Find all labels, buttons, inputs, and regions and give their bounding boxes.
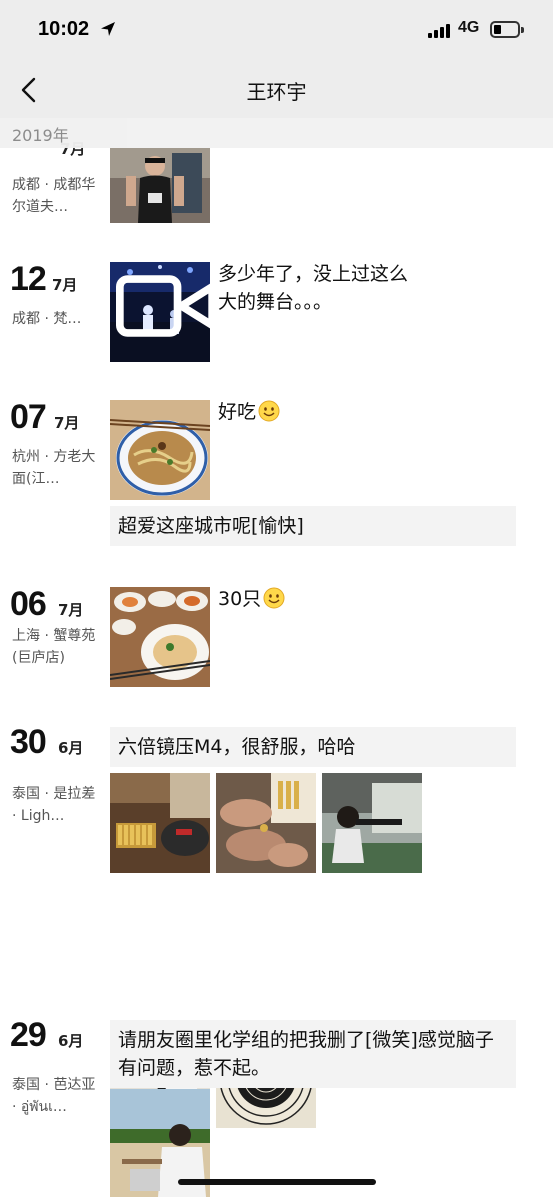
year-header: 2019年 (0, 118, 553, 148)
status-bar: 10:02 4G (0, 0, 553, 62)
text-post[interactable]: 请朋友圈里化学组的把我删了[微笑]感觉脑子有问题，惹不起。 (110, 1020, 516, 1088)
photo-thumbnail[interactable] (322, 773, 422, 873)
video-thumbnail[interactable] (110, 262, 210, 362)
location-text: 成都 · 梵… (12, 311, 82, 327)
location-text: 泰国 · 芭达亚 · อู่พันเ… (12, 1077, 96, 1115)
post-caption: 30只 (218, 585, 285, 613)
date-day: 07 (10, 398, 47, 436)
date-month: 7月 (58, 601, 84, 619)
hands-bullets-photo (216, 773, 316, 873)
location-arrow-icon (101, 22, 115, 36)
photo-thumbnail[interactable] (110, 148, 210, 223)
status-time: 10:02 (38, 18, 90, 40)
page-title: 王环宇 (246, 80, 307, 104)
home-indicator[interactable] (178, 1179, 376, 1185)
photo-thumbnail[interactable] (216, 773, 316, 873)
photo-thumbnail[interactable] (110, 587, 210, 687)
location-text: 杭州 · 方老大面(江… (12, 449, 96, 487)
date-month: 7月 (52, 276, 78, 294)
location-text: 上海 · 蟹尊苑(巨庐店) (12, 628, 96, 666)
location-text: 成都 · 成都华尔道夫… (12, 177, 96, 215)
photo-thumbnail[interactable] (110, 400, 210, 500)
date-day: 30 (10, 723, 47, 761)
date-day: 06 (10, 585, 47, 623)
year-label: 2019年 (12, 126, 69, 145)
text-post[interactable]: 六倍镜压M4，很舒服，哈哈 (110, 727, 516, 767)
location-text: 泰国 · 是拉差 · Ligh… (12, 786, 96, 824)
nav-bar: 王环宇 (0, 62, 553, 118)
date-day: 29 (10, 1016, 47, 1054)
photo-thumbnail[interactable] (110, 773, 210, 873)
battery-icon (490, 21, 524, 38)
date-day: 12 (10, 260, 47, 298)
date-month: 7月 (54, 414, 80, 432)
caption-text: 好吃 (218, 401, 257, 423)
date-month: 6月 (58, 739, 84, 757)
ammo-photo (110, 773, 210, 873)
post-caption: 好吃 (218, 398, 280, 426)
shooting-range-photo (322, 773, 422, 873)
smile-emoji-icon (258, 400, 280, 422)
smile-emoji-icon (263, 587, 285, 609)
text-post[interactable]: 超爱这座城市呢[愉快] (110, 506, 516, 546)
post-caption: 多少年了，没上过这么大的舞台。。。 (218, 263, 409, 313)
network-label: 4G (458, 19, 480, 36)
gym-photo (110, 148, 210, 223)
video-icon (116, 275, 210, 337)
caption-text: 30只 (218, 588, 262, 610)
signal-icon (428, 24, 454, 38)
crab-dinner-photo (110, 587, 210, 687)
noodle-photo (110, 400, 210, 500)
date-month: 6月 (58, 1032, 84, 1050)
